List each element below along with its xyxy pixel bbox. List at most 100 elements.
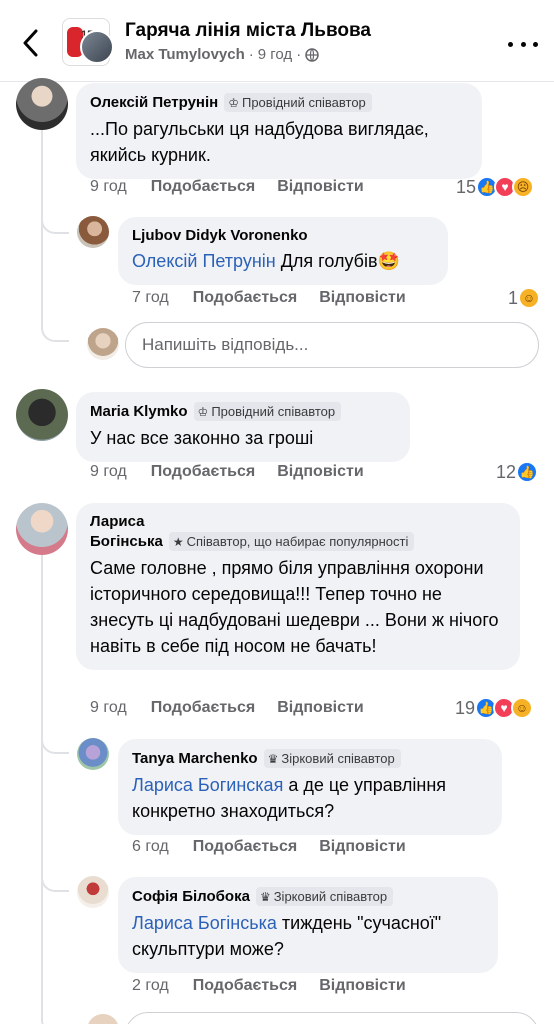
- contributor-badge: ♔ Провідний співавтор: [224, 93, 372, 112]
- reply-button[interactable]: Відповісти: [319, 289, 405, 307]
- comment-actions: 6 год Подобається Відповісти: [132, 838, 406, 856]
- like-button[interactable]: Подобається: [193, 289, 298, 307]
- reply-button[interactable]: Відповісти: [277, 463, 363, 481]
- post-time[interactable]: 9 год: [258, 46, 292, 63]
- reply-button[interactable]: Відповісти: [319, 977, 405, 995]
- like-button[interactable]: Подобається: [193, 838, 298, 856]
- like-button[interactable]: Подобається: [151, 463, 256, 481]
- thread-connector: [41, 212, 69, 234]
- like-button[interactable]: Подобається: [193, 977, 298, 995]
- trophy-icon: ♛: [259, 889, 271, 904]
- reactions-count: 1: [508, 287, 519, 308]
- mention-link[interactable]: Лариса Богінська: [132, 913, 277, 933]
- meta-separator: ·: [248, 46, 254, 63]
- like-button[interactable]: Подобається: [151, 699, 256, 717]
- badge-label: Провідний співавтор: [211, 404, 336, 419]
- star-badge-icon: ★: [172, 534, 184, 549]
- contributor-badge: ♛ Зірковий співавтор: [255, 887, 394, 906]
- current-user-avatar: [87, 1014, 119, 1024]
- thread-connector: [41, 732, 69, 754]
- contributor-badge: ♛ Зірковий співавтор: [263, 749, 401, 768]
- comment-actions: 9 год Подобається Відповісти: [90, 463, 364, 481]
- reactions-summary[interactable]: 1 ☺: [508, 287, 541, 309]
- comment-bubble: Ljubov Didyk Voronenko Олексій Петрунін …: [118, 217, 448, 285]
- comment-text: Саме головне , прямо біля управління охо…: [90, 558, 499, 656]
- contributor-badge: ♔ Провідний співавтор: [193, 402, 342, 421]
- comment-time[interactable]: 2 год: [132, 977, 169, 995]
- badge-label: Провідний співавтор: [241, 95, 366, 110]
- reply-input[interactable]: [125, 1012, 539, 1024]
- meta-separator: ·: [296, 46, 302, 63]
- comment-bubble: Лариса Богінська ★ Співавтор, що набирає …: [76, 503, 520, 670]
- comment-text: У нас все законно за гроші: [90, 428, 314, 448]
- comment-time[interactable]: 6 год: [132, 838, 169, 856]
- like-reaction-icon: 👍: [516, 461, 539, 483]
- avatar[interactable]: [16, 78, 68, 130]
- comment-text: Лариса Богинская а де це управління конк…: [132, 772, 488, 824]
- comment-time[interactable]: 9 год: [90, 178, 127, 196]
- reactions-summary[interactable]: 12 👍: [496, 461, 539, 483]
- chevron-left-icon: [23, 29, 38, 57]
- comment-author[interactable]: Ljubov Didyk Voronenko: [132, 227, 308, 244]
- reply-button[interactable]: Відповісти: [319, 838, 405, 856]
- comment-author[interactable]: Maria Klymko: [90, 403, 188, 420]
- reply-button[interactable]: Відповісти: [277, 178, 363, 196]
- group-title[interactable]: Гаряча лінія міста Львова: [125, 20, 371, 42]
- post-meta: Max Tumylovych · 9 год ·: [125, 46, 319, 63]
- badge-label: Співавтор, що набирає популярності: [186, 534, 409, 549]
- comment-bubble: Maria Klymko ♔ Провідний співавтор У нас …: [76, 392, 410, 462]
- back-button[interactable]: [14, 26, 48, 60]
- comment-author[interactable]: Олексій Петрунін: [90, 94, 218, 111]
- comment-time[interactable]: 9 год: [90, 463, 127, 481]
- mention-link[interactable]: Лариса Богинская: [132, 775, 283, 795]
- comment-time[interactable]: 9 год: [90, 699, 127, 717]
- comment-text: Олексій Петрунін Для голубів🤩: [132, 248, 434, 274]
- avatar[interactable]: [77, 216, 109, 248]
- reactions-count: 15: [456, 176, 477, 197]
- sad-reaction-icon: ☹: [512, 176, 535, 198]
- comment-bubble: Софія Білобока ♛ Зірковий співавтор Ларис…: [118, 877, 498, 973]
- comment-actions: 9 год Подобається Відповісти: [90, 178, 364, 196]
- post-author[interactable]: Max Tumylovych: [125, 46, 245, 63]
- post-header: 15 Гаряча лінія міста Львова Max Tumylov…: [0, 0, 554, 82]
- badge-label: Зірковий співавтор: [273, 889, 388, 904]
- avatar[interactable]: [77, 876, 109, 908]
- contributor-badge: ★ Співавтор, що набирає популярності: [168, 532, 415, 551]
- reply-button[interactable]: Відповісти: [277, 699, 363, 717]
- mention-link[interactable]: Олексій Петрунін: [132, 251, 276, 271]
- comment-text: ...По рагульськи ця надбудова виглядає, …: [90, 119, 429, 165]
- badge-icon: ♔: [197, 404, 209, 419]
- comment-author-line1[interactable]: Лариса: [90, 513, 506, 530]
- thread-connector: [41, 1012, 69, 1024]
- badge-label: Зірковий співавтор: [281, 751, 395, 766]
- thread-connector: [41, 870, 69, 892]
- comment-actions: 9 год Подобається Відповісти: [90, 699, 364, 717]
- comment-author[interactable]: Софія Білобока: [132, 888, 250, 905]
- comment-bubble: Олексій Петрунін ♔ Провідний співавтор ..…: [76, 83, 482, 179]
- reactions-count: 12: [496, 461, 517, 482]
- comment-author[interactable]: Tanya Marchenko: [132, 750, 258, 767]
- like-button[interactable]: Подобається: [151, 178, 256, 196]
- reply-input-placeholder: Напишіть відповідь...: [142, 335, 309, 354]
- comment-actions: 2 год Подобається Відповісти: [132, 977, 406, 995]
- avatar[interactable]: [77, 738, 109, 770]
- haha-reaction-icon: ☺: [518, 287, 541, 309]
- avatar[interactable]: [16, 503, 68, 555]
- reactions-count: 19: [455, 697, 476, 718]
- comment-author-line2[interactable]: Богінська: [90, 533, 163, 550]
- comment-bubble: Tanya Marchenko ♛ Зірковий співавтор Лари…: [118, 739, 502, 835]
- haha-reaction-icon: ☺: [511, 697, 534, 719]
- reactions-summary[interactable]: 15 👍 ♥ ☹: [456, 176, 535, 198]
- trophy-icon: ♛: [267, 751, 279, 766]
- comment-text: Лариса Богінська тиждень "сучасної" скул…: [132, 910, 484, 962]
- more-options-button[interactable]: [508, 34, 538, 54]
- globe-icon: [305, 47, 319, 62]
- reactions-summary[interactable]: 19 👍 ♥ ☺: [455, 697, 534, 719]
- current-user-avatar: [87, 328, 119, 360]
- badge-icon: ♔: [228, 95, 239, 110]
- reply-input[interactable]: Напишіть відповідь...: [125, 322, 539, 368]
- thread-connector: [41, 320, 69, 342]
- comment-time[interactable]: 7 год: [132, 289, 169, 307]
- author-avatar[interactable]: [80, 30, 114, 64]
- avatar[interactable]: [16, 389, 68, 441]
